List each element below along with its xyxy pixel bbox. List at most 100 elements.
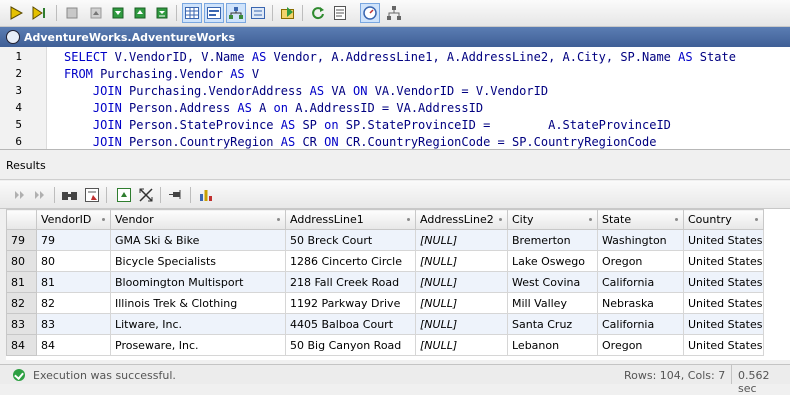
results-grid[interactable]: VendorID Vendor AddressLine1 AddressLine2 Ci… — [6, 209, 790, 360]
table-cell[interactable]: Bremerton — [507, 229, 598, 251]
table-cell[interactable]: United States — [683, 271, 764, 293]
table-cell[interactable]: 79 — [36, 229, 111, 251]
code-line[interactable]: FROM Purchasing.Vendor AS V — [64, 67, 259, 81]
document-tab[interactable]: AdventureWorks.AdventureWorks — [0, 27, 790, 47]
table-cell[interactable]: California — [597, 313, 684, 335]
execute-icon[interactable] — [6, 3, 26, 23]
column-header[interactable]: AddressLine2 — [415, 209, 508, 230]
row-number[interactable]: 82 — [6, 292, 37, 314]
code-line[interactable]: JOIN Person.StateProvince AS SP on SP.St… — [64, 118, 671, 132]
table-cell[interactable]: [NULL] — [415, 271, 508, 293]
code-line[interactable]: JOIN Person.CountryRegion AS CR ON CR.Co… — [64, 135, 657, 149]
export-results-icon[interactable] — [114, 185, 134, 205]
table-cell[interactable]: 81 — [36, 271, 111, 293]
table-cell[interactable]: Proseware, Inc. — [110, 334, 286, 356]
table-cell[interactable]: California — [597, 271, 684, 293]
results-text-icon[interactable] — [204, 3, 224, 23]
column-header[interactable]: Country — [683, 209, 764, 230]
table-cell[interactable]: Oregon — [597, 250, 684, 272]
table-cell[interactable]: United States — [683, 334, 764, 356]
code-line[interactable]: JOIN Person.Address AS A on A.AddressID … — [64, 101, 483, 115]
history-icon[interactable] — [360, 3, 380, 23]
table-cell[interactable]: 82 — [36, 292, 111, 314]
column-header[interactable]: AddressLine1 — [285, 209, 416, 230]
refresh-icon[interactable] — [308, 3, 328, 23]
table-cell[interactable]: West Covina — [507, 271, 598, 293]
table-cell[interactable]: 1286 Cincerto Circle — [285, 250, 416, 272]
table-cell[interactable]: Mill Valley — [507, 292, 598, 314]
table-row[interactable]: 79 79 GMA Ski & Bike 50 Breck Court [NULL] Br… — [6, 229, 764, 251]
table-cell[interactable]: United States — [683, 250, 764, 272]
row-number[interactable]: 84 — [6, 334, 37, 356]
move-bottom-icon[interactable] — [152, 3, 172, 23]
table-cell[interactable]: Bicycle Specialists — [110, 250, 286, 272]
plan-icon[interactable] — [384, 3, 404, 23]
table-cell[interactable]: 84 — [36, 334, 111, 356]
table-row[interactable]: 84 84 Proseware, Inc. 50 Big Canyon Road [NU… — [6, 334, 764, 356]
table-cell[interactable]: [NULL] — [415, 313, 508, 335]
table-cell[interactable]: Oregon — [597, 334, 684, 356]
column-menu-icon[interactable] — [589, 218, 592, 221]
table-cell[interactable]: 218 Fall Creek Road — [285, 271, 416, 293]
column-header[interactable]: Vendor — [110, 209, 286, 230]
table-cell[interactable]: 4405 Balboa Court — [285, 313, 416, 335]
table-cell[interactable]: 83 — [36, 313, 111, 335]
code-line[interactable]: JOIN Purchasing.VendorAddress AS VA ON V… — [64, 84, 548, 98]
table-row[interactable]: 80 80 Bicycle Specialists 1286 Cincerto Cir… — [6, 250, 764, 272]
filter-icon[interactable] — [82, 185, 102, 205]
table-cell[interactable]: 50 Big Canyon Road — [285, 334, 416, 356]
column-menu-icon[interactable] — [754, 218, 758, 221]
table-row[interactable]: 81 81 Bloomington Multisport 218 Fall Creek… — [6, 271, 764, 293]
sql-editor[interactable]: 1 SELECT V.VendorID, V.Name AS Vendor, A.… — [0, 47, 790, 150]
table-cell[interactable]: 50 Breck Court — [285, 229, 416, 251]
script-icon[interactable] — [330, 3, 350, 23]
chart-icon[interactable] — [196, 185, 216, 205]
table-cell[interactable]: Bloomington Multisport — [110, 271, 286, 293]
next-result-icon[interactable] — [30, 185, 50, 205]
move-down-icon[interactable] — [108, 3, 128, 23]
column-menu-icon[interactable] — [407, 218, 410, 221]
table-cell[interactable]: Lake Oswego — [507, 250, 598, 272]
column-menu-icon[interactable] — [675, 218, 678, 221]
column-header[interactable]: VendorID — [36, 209, 111, 230]
row-number[interactable]: 79 — [6, 229, 37, 251]
table-cell[interactable]: United States — [683, 313, 764, 335]
execute-step-icon[interactable] — [30, 3, 50, 23]
table-cell[interactable]: Illinois Trek & Clothing — [110, 292, 286, 314]
stop-icon[interactable] — [62, 3, 82, 23]
results-xml-icon[interactable] — [248, 3, 268, 23]
table-cell[interactable]: [NULL] — [415, 229, 508, 251]
code-line[interactable]: SELECT V.VendorID, V.Name AS Vendor, A.A… — [64, 50, 736, 64]
table-row[interactable]: 83 83 Litware, Inc. 4405 Balboa Court [NULL]… — [6, 313, 764, 335]
move-up-icon[interactable] — [86, 3, 106, 23]
prev-result-icon[interactable] — [10, 185, 30, 205]
row-number[interactable]: 80 — [6, 250, 37, 272]
table-cell[interactable]: 80 — [36, 250, 111, 272]
table-cell[interactable]: Litware, Inc. — [110, 313, 286, 335]
table-cell[interactable]: United States — [683, 229, 764, 251]
column-header[interactable]: City — [507, 209, 598, 230]
column-menu-icon[interactable] — [277, 218, 280, 221]
move-top-icon[interactable] — [130, 3, 150, 23]
column-menu-icon[interactable] — [499, 218, 502, 221]
results-tree-icon[interactable] — [226, 3, 246, 23]
table-cell[interactable]: [NULL] — [415, 250, 508, 272]
pin-icon[interactable] — [166, 185, 186, 205]
table-cell[interactable]: 1192 Parkway Drive — [285, 292, 416, 314]
expand-icon[interactable] — [136, 185, 156, 205]
table-cell[interactable]: Lebanon — [507, 334, 598, 356]
table-cell[interactable]: Santa Cruz — [507, 313, 598, 335]
results-grid-icon[interactable] — [182, 3, 202, 23]
row-number-header[interactable] — [6, 209, 37, 230]
column-header[interactable]: State — [597, 209, 684, 230]
table-cell[interactable]: [NULL] — [415, 292, 508, 314]
table-cell[interactable]: Nebraska — [597, 292, 684, 314]
table-cell[interactable]: United States — [683, 292, 764, 314]
table-cell[interactable]: [NULL] — [415, 334, 508, 356]
table-cell[interactable]: Washington — [597, 229, 684, 251]
table-row[interactable]: 82 82 Illinois Trek & Clothing 1192 Parkway… — [6, 292, 764, 314]
table-cell[interactable]: GMA Ski & Bike — [110, 229, 286, 251]
row-number[interactable]: 81 — [6, 271, 37, 293]
find-icon[interactable] — [60, 185, 80, 205]
column-menu-icon[interactable] — [102, 218, 105, 221]
